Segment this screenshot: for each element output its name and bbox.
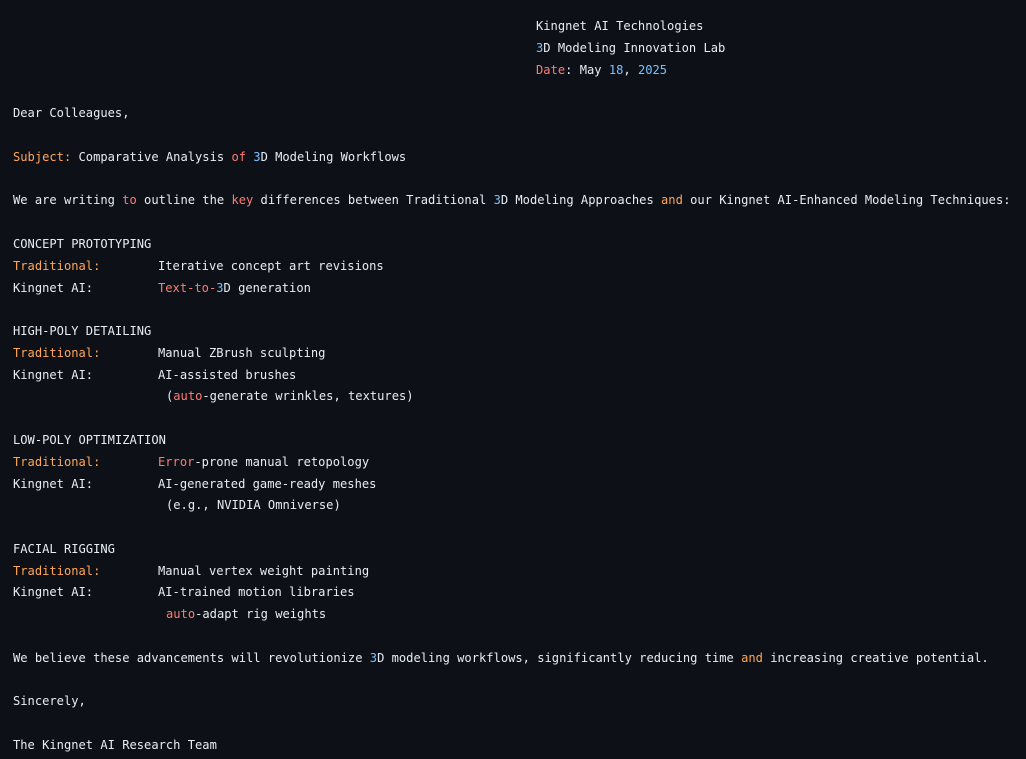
facial-ai-continuation: auto-adapt rig weights bbox=[166, 607, 327, 621]
company-name: Kingnet AI Technologies bbox=[536, 19, 704, 33]
letter-date: Date: May 18, 2025 bbox=[536, 63, 668, 77]
section-title-highpoly: HIGH-POLY DETAILING bbox=[13, 324, 152, 338]
signoff: Sincerely, bbox=[13, 694, 86, 708]
section-title-facial: FACIAL RIGGING bbox=[13, 542, 115, 556]
letter-document: Kingnet AI Technologies 3D Modeling Inno… bbox=[0, 0, 1026, 759]
concept-ai-label: Kingnet AI: bbox=[13, 281, 94, 295]
lowpoly-traditional-label: Traditional: bbox=[13, 455, 101, 469]
signature: The Kingnet AI Research Team bbox=[13, 738, 217, 752]
facial-traditional-text: Manual vertex weight painting bbox=[158, 564, 370, 578]
highpoly-traditional-label: Traditional: bbox=[13, 346, 101, 360]
lowpoly-traditional-text: Error-prone manual retopology bbox=[158, 455, 370, 469]
highpoly-ai-text: AI-assisted brushes bbox=[158, 368, 297, 382]
facial-ai-label: Kingnet AI: bbox=[13, 585, 94, 599]
facial-ai-text: AI-trained motion libraries bbox=[158, 585, 355, 599]
lowpoly-ai-continuation: (e.g., NVIDIA Omniverse) bbox=[166, 498, 341, 512]
section-title-lowpoly: LOW-POLY OPTIMIZATION bbox=[13, 433, 166, 447]
highpoly-ai-label: Kingnet AI: bbox=[13, 368, 94, 382]
section-title-concept: CONCEPT PROTOTYPING bbox=[13, 237, 152, 251]
greeting: Dear Colleagues, bbox=[13, 106, 130, 120]
intro-paragraph: We are writing to outline the key differ… bbox=[13, 193, 1011, 207]
highpoly-traditional-text: Manual ZBrush sculpting bbox=[158, 346, 326, 360]
facial-traditional-label: Traditional: bbox=[13, 564, 101, 578]
closing-paragraph: We believe these advancements will revol… bbox=[13, 651, 989, 665]
lowpoly-ai-label: Kingnet AI: bbox=[13, 477, 94, 491]
concept-traditional-label: Traditional: bbox=[13, 259, 101, 273]
concept-ai-text: Text-to-3D generation bbox=[158, 281, 311, 295]
lowpoly-ai-text: AI-generated game-ready meshes bbox=[158, 477, 377, 491]
highpoly-ai-continuation: (auto-generate wrinkles, textures) bbox=[166, 389, 414, 403]
lab-name: 3D Modeling Innovation Lab bbox=[536, 41, 726, 55]
concept-traditional-text: Iterative concept art revisions bbox=[158, 259, 384, 273]
subject-line: Subject: Comparative Analysis of 3D Mode… bbox=[13, 150, 407, 164]
